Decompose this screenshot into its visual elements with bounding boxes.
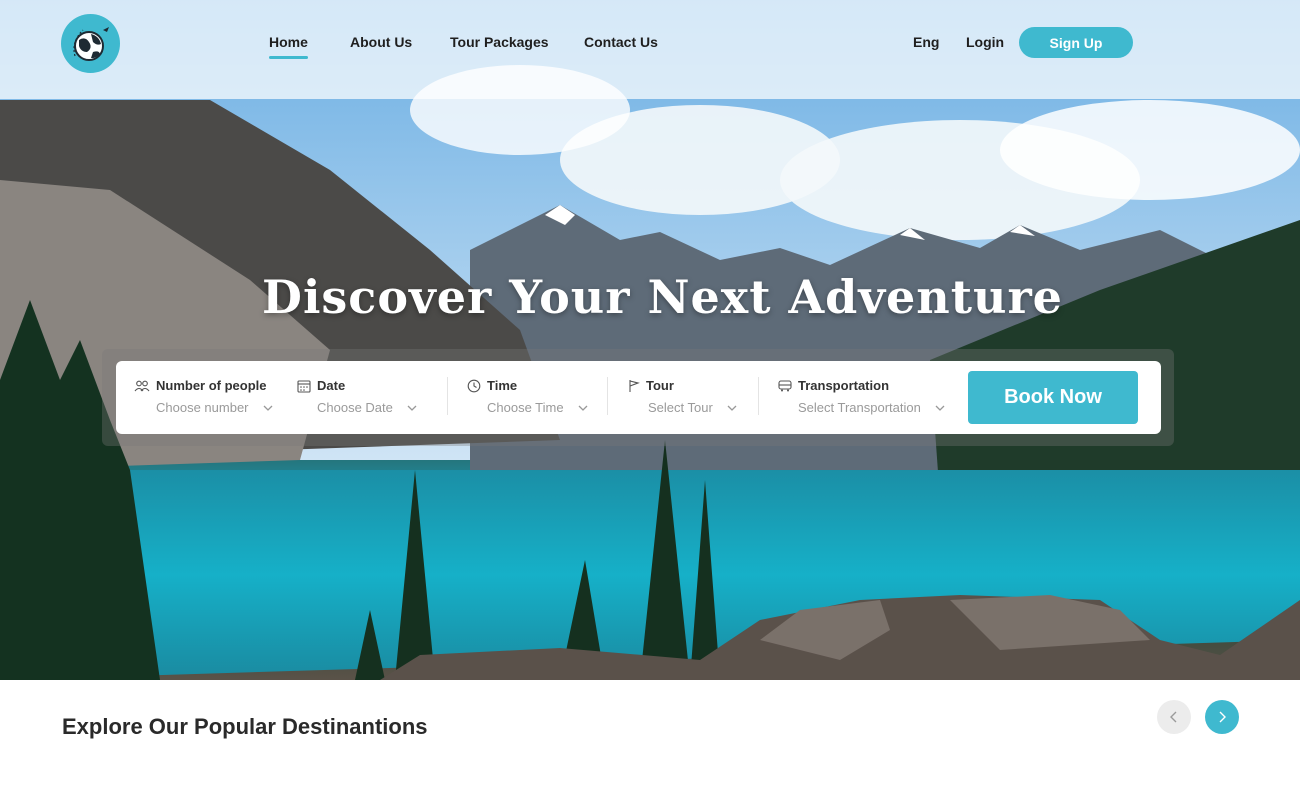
hero-background: [0, 0, 1300, 680]
people-select[interactable]: Choose number: [156, 400, 273, 415]
chevron-left-icon: [1170, 711, 1177, 723]
transportation-label: Transportation: [798, 378, 890, 393]
hero-headline: Discover Your Next Adventure: [262, 270, 1063, 324]
transportation-select[interactable]: Select Transportation: [798, 400, 945, 415]
login-link[interactable]: Login: [966, 34, 1004, 50]
people-label: Number of people: [156, 378, 267, 393]
tour-label: Tour: [646, 378, 674, 393]
booking-bar: Number of people Choose number Date Choo…: [116, 361, 1161, 434]
calendar-icon: [297, 379, 311, 393]
chevron-down-icon: [727, 405, 737, 411]
date-placeholder: Choose Date: [317, 400, 393, 415]
chevron-down-icon: [935, 405, 945, 411]
popular-destinations-title: Explore Our Popular Destinantions: [62, 714, 428, 739]
bus-icon: [778, 379, 792, 391]
people-placeholder: Choose number: [156, 400, 249, 415]
field-divider: [758, 377, 759, 415]
clock-icon: [467, 379, 481, 392]
language-selector[interactable]: Eng: [913, 34, 939, 50]
chevron-down-icon: [263, 405, 272, 411]
date-label: Date: [317, 378, 346, 393]
carousel-prev-button[interactable]: [1157, 700, 1191, 734]
date-field[interactable]: Date Choose Date: [297, 378, 417, 415]
carousel-next-button[interactable]: [1205, 700, 1239, 734]
transportation-placeholder: Select Transportation: [798, 400, 921, 415]
globe-plane-icon: [72, 26, 109, 61]
nav-tour-packages-link[interactable]: Tour Packages: [450, 34, 549, 50]
chevron-right-icon: [1219, 711, 1226, 723]
chevron-down-icon: [407, 405, 417, 411]
book-now-button[interactable]: Book Now: [968, 371, 1138, 424]
logo-globe-icon[interactable]: [61, 14, 120, 73]
time-label: Time: [487, 378, 518, 393]
time-placeholder: Choose Time: [487, 400, 564, 415]
people-icon: [134, 380, 150, 391]
transportation-field[interactable]: Transportation Select Transportation: [778, 378, 945, 415]
chevron-down-icon: [578, 405, 588, 411]
time-field[interactable]: Time Choose Time: [467, 378, 588, 415]
nav-about-link[interactable]: About Us: [350, 34, 412, 50]
date-select[interactable]: Choose Date: [317, 400, 417, 415]
landscape-image: [0, 0, 1300, 680]
tour-placeholder: Select Tour: [648, 400, 713, 415]
people-field[interactable]: Number of people Choose number: [134, 378, 272, 415]
field-divider: [607, 377, 608, 415]
nav-contact-link[interactable]: Contact Us: [584, 34, 658, 50]
signup-button[interactable]: Sign Up: [1019, 27, 1133, 58]
field-divider: [447, 377, 448, 415]
flag-icon: [629, 379, 640, 392]
top-navbar: Home About Us Tour Packages Contact Us E…: [0, 0, 1300, 99]
tour-select[interactable]: Select Tour: [648, 400, 737, 415]
time-select[interactable]: Choose Time: [487, 400, 588, 415]
tour-field[interactable]: Tour Select Tour: [628, 378, 737, 415]
nav-home-link[interactable]: Home: [269, 34, 308, 59]
